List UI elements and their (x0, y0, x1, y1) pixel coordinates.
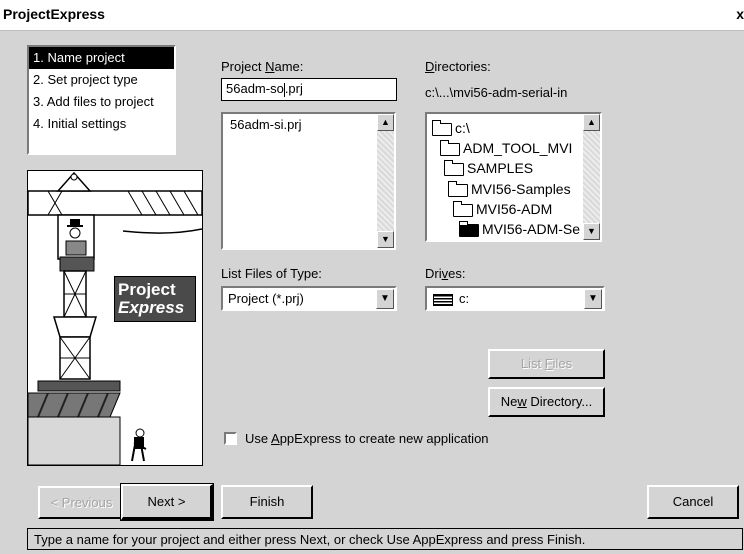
scroll-down-icon[interactable]: ▼ (377, 231, 394, 248)
close-icon[interactable]: x (736, 6, 744, 22)
file-type-value: Project (*.prj) (228, 291, 304, 306)
title-bar: ProjectExpress x (0, 0, 744, 31)
project-express-window: ProjectExpress x 1. Name project 2. Set … (0, 0, 744, 554)
appexpress-label[interactable]: Use AppExpress to create new application (245, 431, 489, 446)
file-item[interactable]: 56adm-si.prj (230, 117, 302, 132)
project-files-listbox[interactable]: 56adm-si.prj ▲ ▼ (221, 112, 396, 250)
new-directory-button[interactable]: New Directory... (488, 387, 605, 417)
list-files-button[interactable]: List Files (488, 349, 605, 379)
logo-line-2: Express (118, 298, 185, 317)
open-folder-icon (459, 220, 479, 237)
previous-button[interactable]: < Previous (38, 486, 125, 519)
directories-tree[interactable]: c:\ ADM_TOOL_MVI SAMPLES MVI56-Samples M… (425, 112, 602, 242)
scroll-down-icon[interactable]: ▼ (583, 223, 600, 240)
open-folder-icon (448, 180, 468, 197)
scroll-up-icon[interactable]: ▲ (377, 114, 394, 131)
open-folder-icon (453, 200, 473, 217)
current-directory-path: c:\...\mvi56-adm-serial-in (425, 85, 568, 100)
step-add-files[interactable]: 3. Add files to project (29, 91, 174, 113)
dir-item-mvi56-adm[interactable]: MVI56-ADM (453, 199, 552, 219)
dir-item-mvi56-adm-se[interactable]: MVI56-ADM-Se (459, 219, 581, 239)
files-scrollbar[interactable]: ▲ ▼ (377, 114, 394, 248)
logo-badge: Project Express (114, 276, 196, 322)
next-button[interactable]: Next > (120, 483, 214, 521)
chevron-down-icon[interactable]: ▼ (376, 289, 394, 309)
chevron-down-icon[interactable]: ▼ (584, 289, 602, 309)
drives-select[interactable]: c: ▼ (425, 286, 605, 311)
step-name-project[interactable]: 1. Name project (29, 47, 174, 69)
drives-label: Drives: (425, 266, 466, 281)
drive-value: c: (433, 291, 469, 306)
project-name-input[interactable]: 56adm-so.prj (221, 78, 397, 101)
open-folder-icon (440, 139, 460, 156)
logo-line-1: Project (118, 280, 176, 299)
dir-item-mvi56-samples[interactable]: MVI56-Samples (448, 179, 571, 199)
window-title: ProjectExpress (3, 6, 105, 22)
dir-item-adm-tool[interactable]: ADM_TOOL_MVI (440, 138, 572, 158)
dir-item-c[interactable]: c:\ (432, 118, 470, 138)
finish-button[interactable]: Finish (221, 485, 313, 519)
appexpress-checkbox[interactable] (224, 432, 237, 445)
directories-scrollbar[interactable]: ▲ ▼ (583, 114, 600, 240)
scroll-up-icon[interactable]: ▲ (583, 114, 600, 131)
drive-icon (433, 293, 453, 306)
wizard-steps-list[interactable]: 1. Name project 2. Set project type 3. A… (27, 45, 176, 155)
directories-label: Directories: (425, 59, 491, 74)
cancel-button[interactable]: Cancel (647, 485, 739, 519)
project-express-illustration: Project Express (27, 170, 203, 466)
status-bar: Type a name for your project and either … (27, 528, 743, 550)
project-name-label: Project Name: (221, 59, 304, 74)
open-folder-icon (444, 159, 464, 176)
step-initial-settings[interactable]: 4. Initial settings (29, 113, 174, 135)
dir-item-samples[interactable]: SAMPLES (444, 158, 533, 178)
open-folder-icon (432, 119, 452, 136)
file-type-select[interactable]: Project (*.prj) ▼ (221, 286, 397, 311)
file-type-label: List Files of Type: (221, 266, 322, 281)
step-set-project-type[interactable]: 2. Set project type (29, 69, 174, 91)
